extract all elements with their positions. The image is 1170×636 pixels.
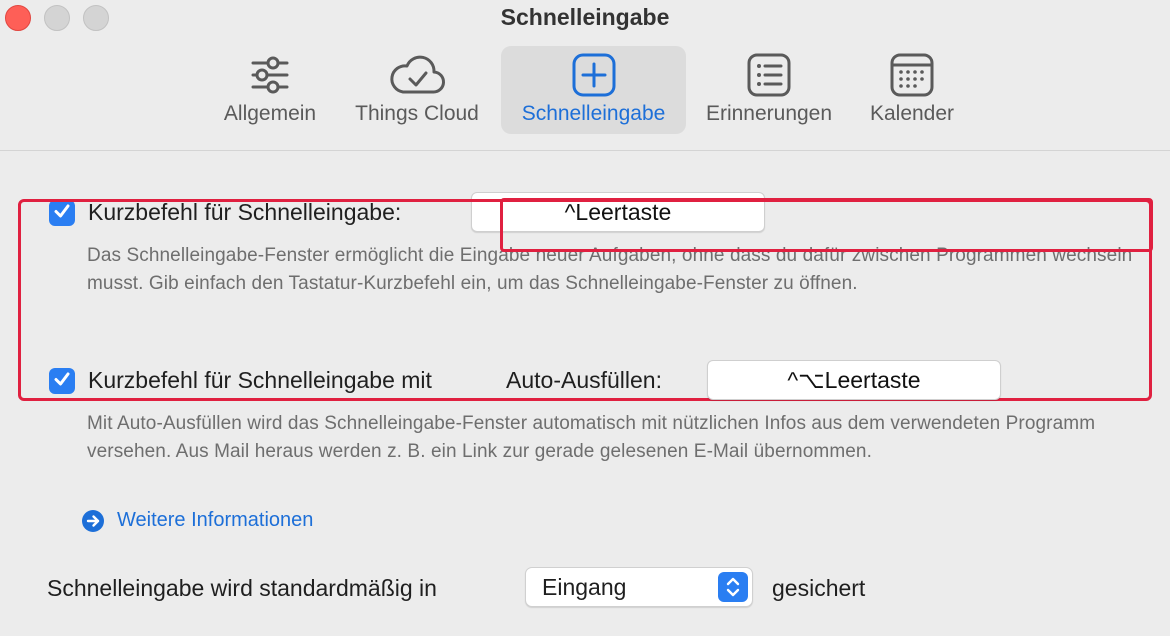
save-location-select[interactable]: Eingang: [525, 567, 753, 607]
cloud-check-icon: [387, 52, 447, 103]
more-info-link[interactable]: Weitere Informationen: [117, 509, 313, 532]
highlight-frame-autofill: [500, 198, 1153, 252]
arrow-right-circle-icon[interactable]: [82, 510, 104, 532]
window-title: Schnelleingabe: [500, 4, 670, 30]
save-location-suffix: gesichert: [772, 575, 866, 601]
tab-kalender[interactable]: Kalender: [852, 46, 972, 134]
autofill-shortcut-field[interactable]: ^⌥Leertaste: [707, 360, 1001, 400]
tab-label: Erinnerungen: [705, 102, 833, 125]
autofill-description: Mit Auto-Ausfüllen wird das Schnelleinga…: [87, 413, 1096, 462]
calendar-icon: [889, 52, 935, 103]
autofill-label: Kurzbefehl für Schnelleingabe mit: [88, 367, 432, 393]
tab-things-cloud[interactable]: Things Cloud: [342, 46, 492, 134]
plus-square-icon: [571, 52, 617, 103]
chevron-updown-icon: [718, 572, 748, 602]
tab-erinnerungen[interactable]: Erinnerungen: [694, 46, 844, 134]
tab-label: Kalender: [869, 102, 955, 125]
list-icon: [746, 52, 792, 103]
save-location-value: Eingang: [542, 574, 627, 600]
tab-schnelleingabe[interactable]: Schnelleingabe: [501, 46, 686, 134]
save-location-label: Schnelleingabe wird standardmäßig in: [47, 575, 437, 601]
autofill-checkbox[interactable]: [49, 368, 75, 394]
autofill-label-suffix: Auto-Ausfüllen:: [506, 367, 662, 393]
tab-label: Schnelleingabe: [521, 102, 666, 125]
sliders-icon: [247, 52, 293, 103]
checkmark-icon: [53, 370, 71, 393]
toolbar: Schnelleingabe Allgemein Things Cloud Sc…: [0, 0, 1170, 151]
tab-label: Things Cloud: [355, 102, 479, 125]
tab-allgemein[interactable]: Allgemein: [208, 46, 332, 134]
tab-label: Allgemein: [223, 102, 317, 125]
